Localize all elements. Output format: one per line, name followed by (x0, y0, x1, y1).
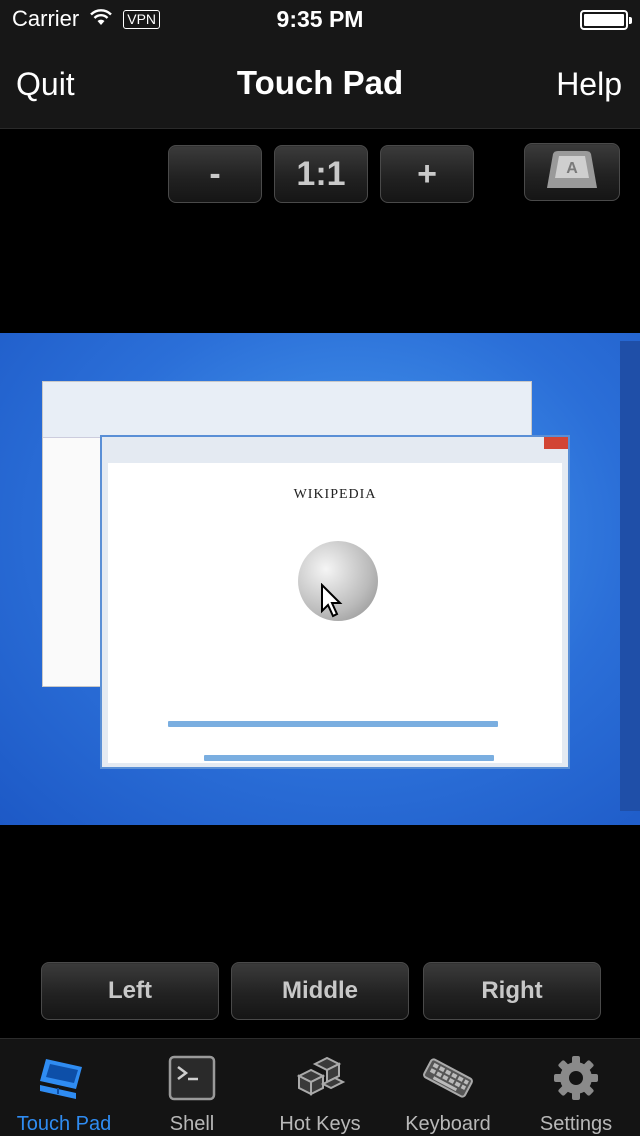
quit-button[interactable]: Quit (16, 66, 75, 103)
keycap-icon: A (541, 148, 603, 197)
tab-settings[interactable]: Settings (512, 1039, 640, 1136)
left-click-button[interactable]: Left (41, 962, 219, 1020)
hotkeys-icon (290, 1051, 350, 1105)
zoom-out-button[interactable]: - (168, 145, 262, 203)
battery-fill (584, 14, 624, 26)
mouse-cursor-icon (320, 582, 344, 624)
page-title: Touch Pad (236, 64, 404, 101)
show-keyboard-button[interactable]: A (524, 143, 620, 201)
zoom-reset-button[interactable]: 1:1 (274, 145, 368, 203)
status-bar: Carrier VPN 9:35 PM (0, 0, 640, 40)
help-button[interactable]: Help (556, 66, 622, 103)
link-strip (168, 721, 498, 727)
desktop-taskbar (620, 341, 640, 811)
tab-bar: Touch Pad Shell Hot Keys Keyboard Settin… (0, 1038, 640, 1136)
svg-text:A: A (566, 160, 578, 177)
tab-label: Settings (539, 1113, 613, 1135)
tab-hot-keys[interactable]: Hot Keys (256, 1039, 384, 1136)
navigation-bar: Quit Touch Pad Help (0, 40, 640, 129)
tab-keyboard[interactable]: Keyboard (384, 1039, 512, 1136)
tab-label: Hot Keys (279, 1113, 361, 1135)
middle-click-button[interactable]: Middle (231, 962, 409, 1020)
right-click-button[interactable]: Right (423, 962, 601, 1020)
tab-label: Touch Pad (16, 1113, 112, 1135)
link-strip (204, 755, 494, 761)
terminal-icon (162, 1051, 222, 1105)
close-icon (544, 437, 568, 449)
explorer-ribbon (43, 382, 531, 438)
keyboard-icon (418, 1051, 478, 1105)
tab-label: Shell (169, 1113, 215, 1135)
touchpad-icon (34, 1051, 94, 1105)
tab-touch-pad[interactable]: Touch Pad (0, 1039, 128, 1136)
battery-icon (580, 10, 632, 30)
tab-shell[interactable]: Shell (128, 1039, 256, 1136)
zoom-in-button[interactable]: + (380, 145, 474, 203)
remote-screen-view[interactable]: WIKIPEDIA (0, 333, 640, 825)
tab-label: Keyboard (405, 1113, 491, 1135)
status-time: 9:35 PM (276, 6, 364, 32)
explorer-sidebar (43, 438, 103, 686)
gear-icon (546, 1051, 606, 1105)
wiki-heading: WIKIPEDIA (293, 487, 377, 502)
